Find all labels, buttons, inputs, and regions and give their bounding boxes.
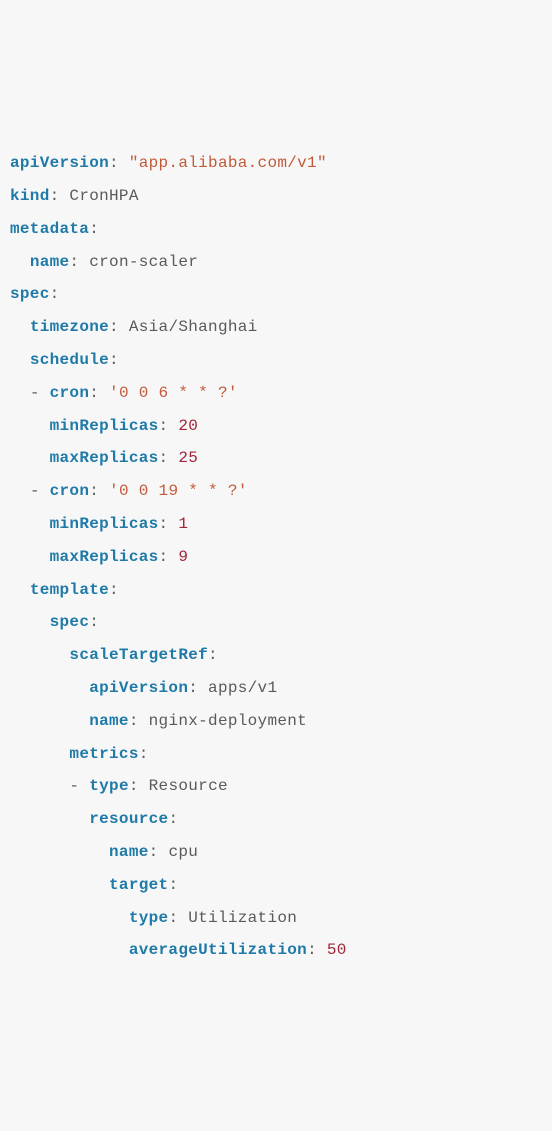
yaml-key: type — [129, 909, 169, 927]
dash-icon: - — [30, 384, 50, 402]
yaml-key: name — [109, 843, 149, 861]
code-line: metrics: — [10, 745, 149, 763]
yaml-value: Asia/Shanghai — [129, 318, 258, 336]
dash-icon: - — [30, 482, 50, 500]
yaml-key: timezone — [30, 318, 109, 336]
code-line: averageUtilization: 50 — [10, 941, 347, 959]
yaml-key: scaleTargetRef — [69, 646, 208, 664]
yaml-key: kind — [10, 187, 50, 205]
code-line: minReplicas: 1 — [10, 515, 188, 533]
yaml-key: apiVersion — [10, 154, 109, 172]
yaml-value: nginx-deployment — [149, 712, 307, 730]
code-line: timezone: Asia/Shanghai — [10, 318, 258, 336]
code-line: metadata: — [10, 220, 99, 238]
code-line: name: nginx-deployment — [10, 712, 307, 730]
yaml-number: 1 — [178, 515, 188, 533]
yaml-number: 50 — [327, 941, 347, 959]
code-line: spec: — [10, 285, 60, 303]
code-line: - cron: '0 0 19 * * ?' — [10, 482, 248, 500]
yaml-key: name — [30, 253, 70, 271]
code-line: minReplicas: 20 — [10, 417, 198, 435]
code-line: kind: CronHPA — [10, 187, 139, 205]
yaml-number: 25 — [178, 449, 198, 467]
yaml-key: resource — [89, 810, 168, 828]
code-line: resource: — [10, 810, 178, 828]
yaml-key: type — [89, 777, 129, 795]
yaml-key: template — [30, 581, 109, 599]
code-line: - cron: '0 0 6 * * ?' — [10, 384, 238, 402]
yaml-string: '0 0 6 * * ?' — [109, 384, 238, 402]
yaml-key: spec — [10, 285, 50, 303]
yaml-key: spec — [50, 613, 90, 631]
yaml-string: "app.alibaba.com/v1" — [129, 154, 327, 172]
code-line: schedule: — [10, 351, 119, 369]
yaml-key: apiVersion — [89, 679, 188, 697]
code-line: name: cron-scaler — [10, 253, 198, 271]
yaml-key: cron — [50, 482, 90, 500]
yaml-key: target — [109, 876, 168, 894]
yaml-string: '0 0 19 * * ?' — [109, 482, 248, 500]
yaml-number: 9 — [178, 548, 188, 566]
code-line: name: cpu — [10, 843, 198, 861]
yaml-value: CronHPA — [69, 187, 138, 205]
yaml-value: Resource — [149, 777, 228, 795]
yaml-key: averageUtilization — [129, 941, 307, 959]
yaml-value: apps/v1 — [208, 679, 277, 697]
yaml-number: 20 — [178, 417, 198, 435]
yaml-code-block: apiVersion: "app.alibaba.com/v1" kind: C… — [10, 147, 542, 967]
yaml-key: metadata — [10, 220, 89, 238]
yaml-key: maxReplicas — [50, 548, 159, 566]
code-line: spec: — [10, 613, 99, 631]
code-line: maxReplicas: 25 — [10, 449, 198, 467]
dash-icon: - — [69, 777, 89, 795]
yaml-key: name — [89, 712, 129, 730]
yaml-key: metrics — [69, 745, 138, 763]
yaml-key: minReplicas — [50, 417, 159, 435]
code-line: target: — [10, 876, 178, 894]
yaml-key: schedule — [30, 351, 109, 369]
code-line: apiVersion: "app.alibaba.com/v1" — [10, 154, 327, 172]
code-line: scaleTargetRef: — [10, 646, 218, 664]
code-line: maxReplicas: 9 — [10, 548, 188, 566]
code-line: - type: Resource — [10, 777, 228, 795]
yaml-key: maxReplicas — [50, 449, 159, 467]
yaml-value: cpu — [168, 843, 198, 861]
yaml-key: minReplicas — [50, 515, 159, 533]
yaml-key: cron — [50, 384, 90, 402]
code-line: type: Utilization — [10, 909, 297, 927]
yaml-value: cron-scaler — [89, 253, 198, 271]
code-line: template: — [10, 581, 119, 599]
yaml-value: Utilization — [188, 909, 297, 927]
code-line: apiVersion: apps/v1 — [10, 679, 277, 697]
